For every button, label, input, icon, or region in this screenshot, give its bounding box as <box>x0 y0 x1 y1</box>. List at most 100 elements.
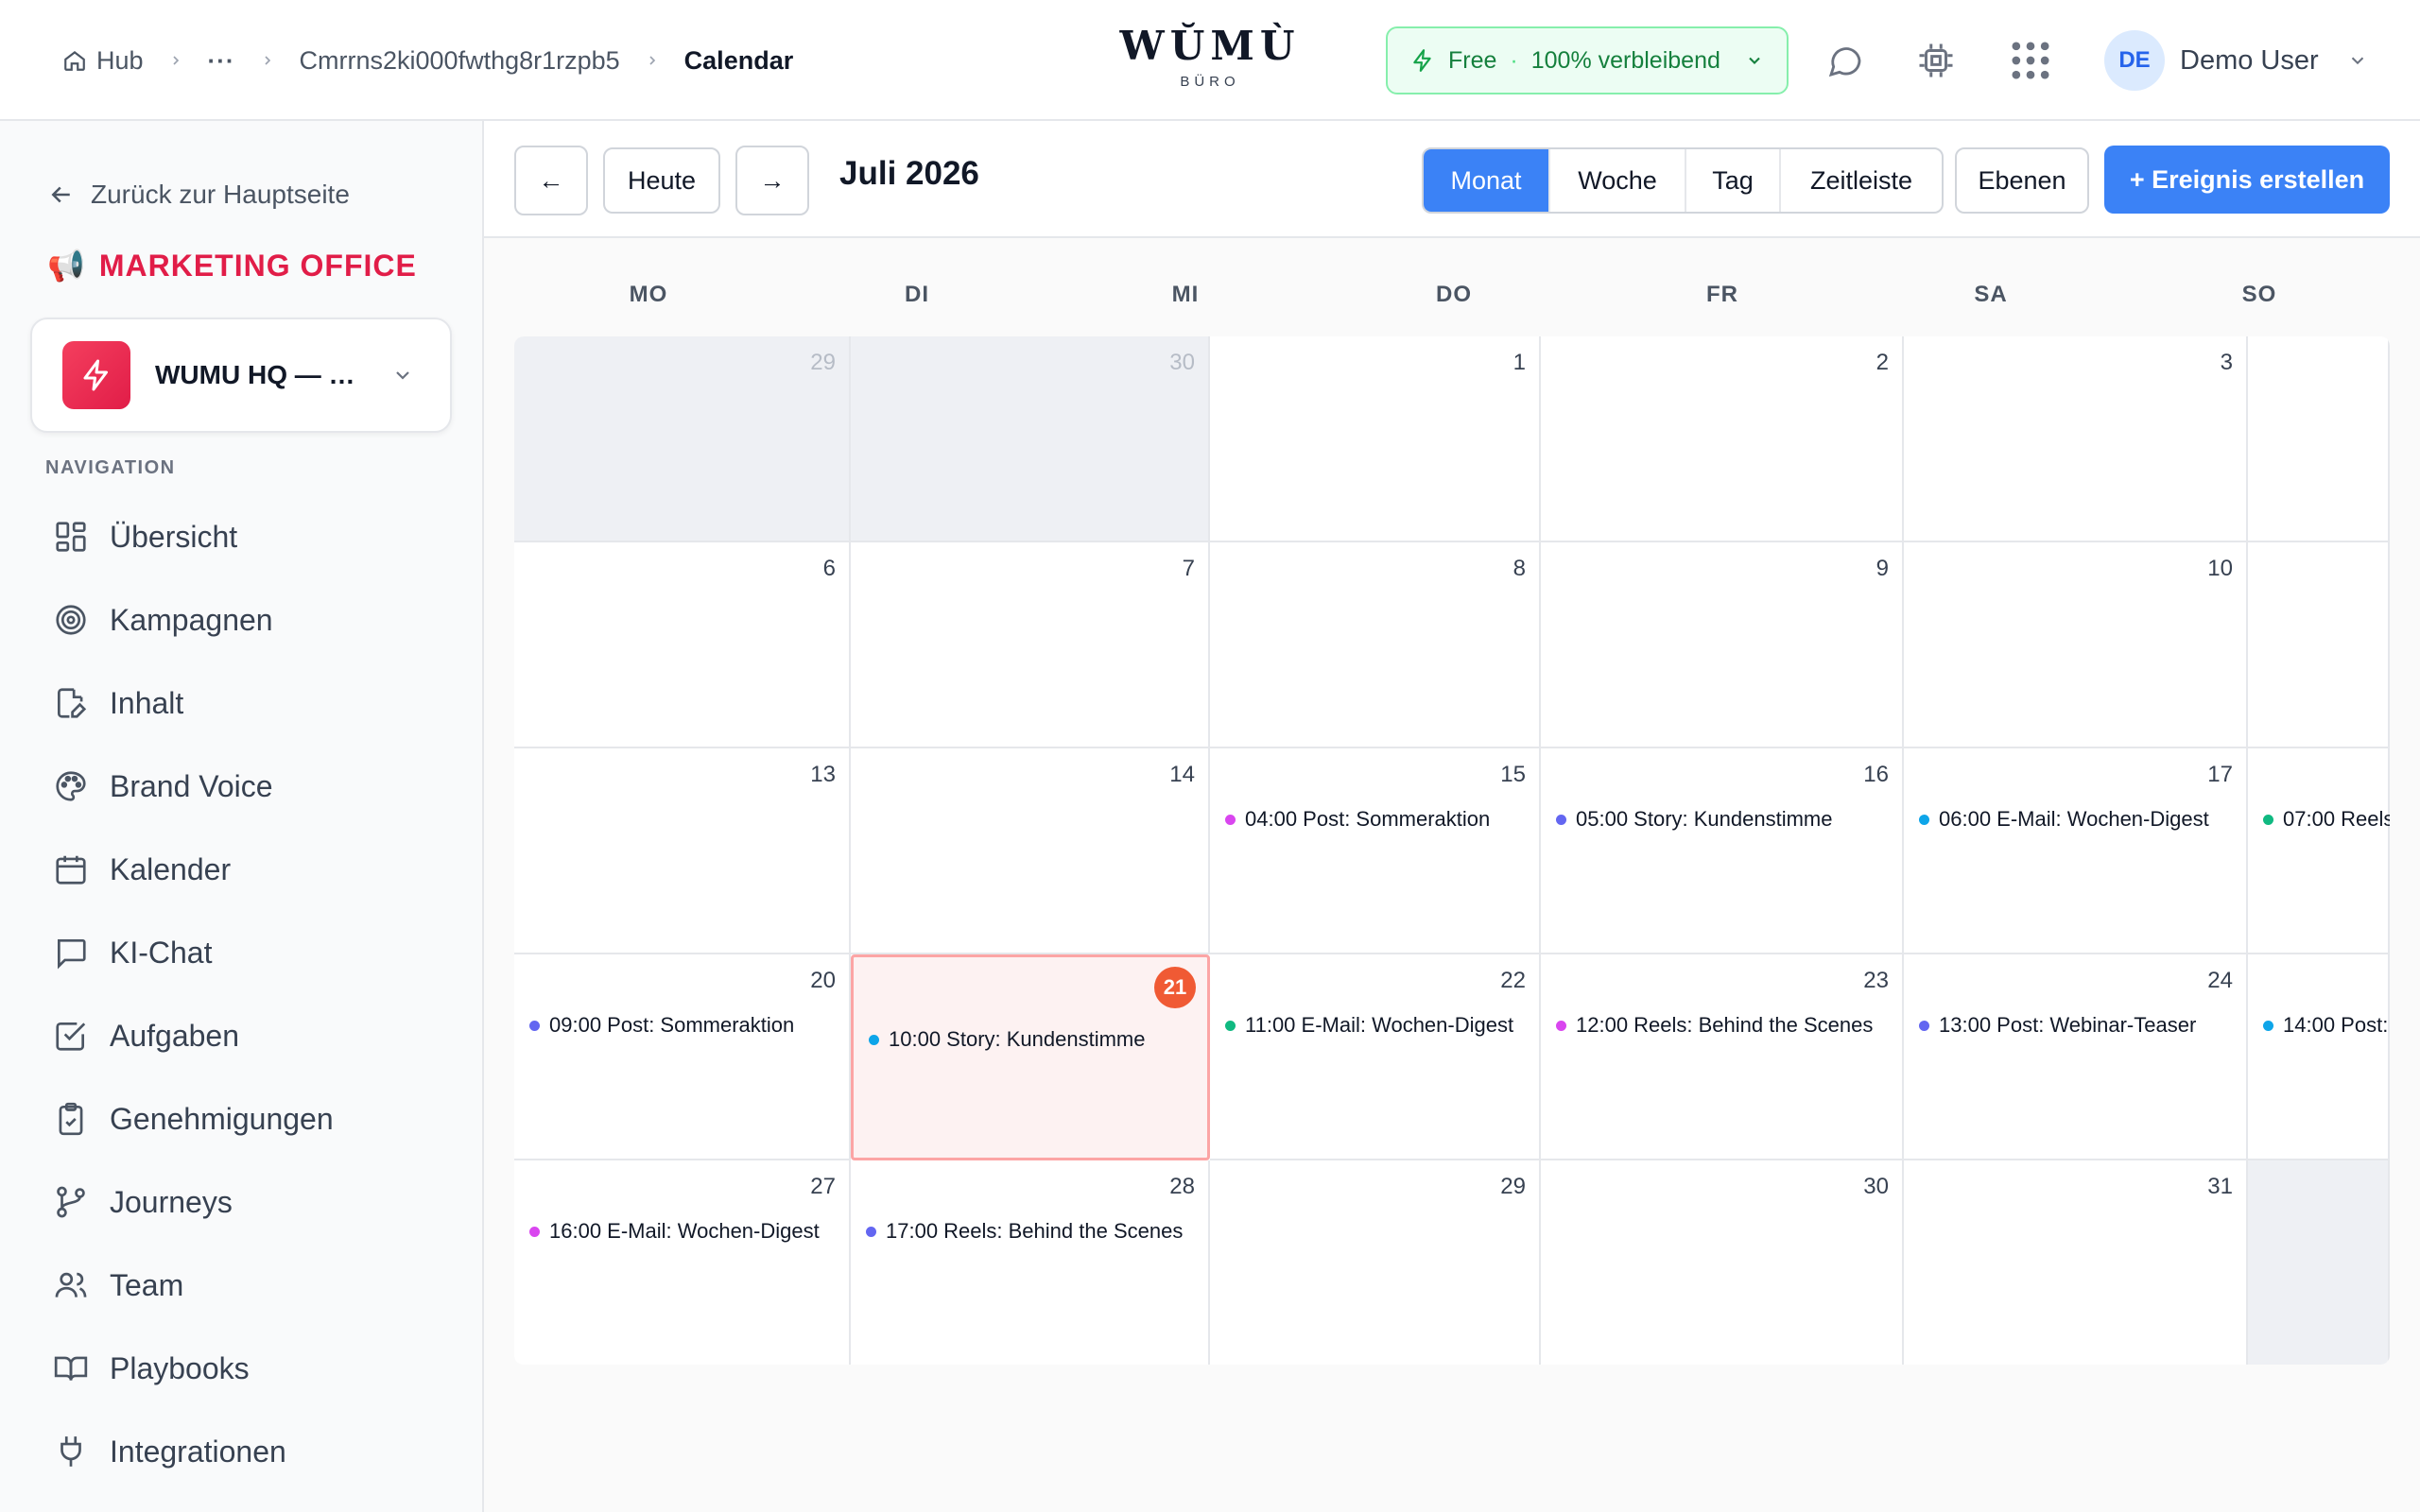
day-cell[interactable]: 27 16:00 E-Mail: Wochen-Digest <box>514 1160 851 1365</box>
weekday-label: DO <box>1436 282 1472 307</box>
event-color-dot <box>1919 1020 1929 1031</box>
sidebar-item-genehmigungen[interactable]: Genehmigungen <box>0 1077 482 1160</box>
chat-bubble-icon[interactable] <box>1819 34 1872 87</box>
plan-separator: · <box>1510 46 1518 74</box>
sidebar-item-brand-voice[interactable]: Brand Voice <box>0 745 482 828</box>
view-week-button[interactable]: Woche <box>1550 149 1686 212</box>
day-cell[interactable]: 8 <box>1210 542 1541 748</box>
day-cell[interactable]: 24 13:00 Post: Webinar-Teaser <box>1904 954 2248 1160</box>
day-cell[interactable]: 29 <box>514 336 851 542</box>
calendar-event[interactable]: 09:00 Post: Sommeraktion <box>529 1013 794 1038</box>
day-cell[interactable]: 31 <box>1904 1160 2248 1365</box>
prev-month-button[interactable]: ← <box>514 146 588 215</box>
calendar-event[interactable]: 12:00 Reels: Behind the Scenes <box>1556 1013 1873 1038</box>
workspace-switcher[interactable]: WUMU HQ — M... <box>30 318 452 433</box>
day-cell[interactable] <box>2248 336 2390 542</box>
breadcrumb-ellipsis[interactable]: ··· <box>208 46 235 76</box>
day-cell[interactable] <box>2248 542 2390 748</box>
day-cell[interactable]: 07:00 Reels: Behind the Scenes <box>2248 748 2390 954</box>
day-cell[interactable]: 30 <box>1541 1160 1904 1365</box>
sidebar-item-label: Übersicht <box>110 519 238 554</box>
calendar-event[interactable]: 14:00 Post: Sommeraktion <box>2263 1013 2390 1038</box>
day-number: 17 <box>2207 762 2233 787</box>
breadcrumb-hub[interactable]: Hub <box>62 46 144 76</box>
create-event-button[interactable]: + Ereignis erstellen <box>2104 146 2390 214</box>
day-cell[interactable]: 13 <box>514 748 851 954</box>
calendar-event[interactable]: 04:00 Post: Sommeraktion <box>1225 807 1490 832</box>
day-cell[interactable]: 9 <box>1541 542 1904 748</box>
day-cell[interactable]: 14:00 Post: Sommeraktion <box>2248 954 2390 1160</box>
day-cell[interactable]: 30 <box>851 336 1210 542</box>
day-cell[interactable]: 16 05:00 Story: Kundenstimme <box>1541 748 1904 954</box>
view-day-button[interactable]: Tag <box>1686 149 1781 212</box>
today-button[interactable]: Heute <box>603 147 720 214</box>
sidebar-item-ki-chat[interactable]: KI-Chat <box>0 911 482 994</box>
day-cell[interactable]: 17 06:00 E-Mail: Wochen-Digest <box>1904 748 2248 954</box>
sidebar-item-inhalt[interactable]: Inhalt <box>0 662 482 745</box>
megaphone-icon: 📢 <box>47 249 86 283</box>
calendar-event[interactable]: 05:00 Story: Kundenstimme <box>1556 807 1832 832</box>
view-timeline-button[interactable]: Zeitleiste <box>1781 149 1942 212</box>
day-cell[interactable]: 20 09:00 Post: Sommeraktion <box>514 954 851 1160</box>
chat-icon <box>57 938 86 970</box>
cpu-chip-icon[interactable] <box>1910 34 1962 87</box>
day-cell-today[interactable]: 21 10:00 Story: Kundenstimme <box>851 954 1210 1160</box>
day-cell[interactable]: 28 17:00 Reels: Behind the Scenes <box>851 1160 1210 1365</box>
calendar-event[interactable]: 06:00 E-Mail: Wochen-Digest <box>1919 807 2209 832</box>
calendar-event[interactable]: 11:00 E-Mail: Wochen-Digest <box>1225 1013 1513 1038</box>
next-month-button[interactable]: → <box>735 146 809 215</box>
event-title: 13:00 Post: Webinar-Teaser <box>1939 1013 2197 1037</box>
sidebar-item-uebersicht[interactable]: Übersicht <box>0 495 482 578</box>
sidebar-item-label: Journeys <box>110 1184 233 1219</box>
brand-logo[interactable]: WŬMÙ BÜRO <box>1115 23 1305 90</box>
sidebar-item-journeys[interactable]: Journeys <box>0 1160 482 1244</box>
day-cell[interactable] <box>2248 1160 2390 1365</box>
day-cell[interactable]: 2 <box>1541 336 1904 542</box>
calendar-event[interactable]: 07:00 Reels: Behind the Scenes <box>2263 807 2390 832</box>
git-branch-icon <box>57 1186 85 1218</box>
back-to-main-link[interactable]: Zurück zur Hauptseite <box>47 180 350 210</box>
calendar-event[interactable]: 17:00 Reels: Behind the Scenes <box>866 1219 1183 1244</box>
sidebar-item-playbooks[interactable]: Playbooks <box>0 1327 482 1410</box>
event-color-dot <box>2263 1020 2273 1031</box>
sidebar-item-integrationen[interactable]: Integrationen <box>0 1410 482 1493</box>
event-color-dot <box>866 1226 876 1237</box>
view-month-button[interactable]: Monat <box>1424 149 1550 212</box>
view-switcher: Monat Woche Tag Zeitleiste <box>1422 147 1944 214</box>
plan-usage-dropdown[interactable]: Free · 100% verbleibend <box>1386 26 1789 94</box>
day-cell[interactable]: 22 11:00 E-Mail: Wochen-Digest <box>1210 954 1541 1160</box>
day-cell[interactable]: 29 <box>1210 1160 1541 1365</box>
breadcrumb-hub-label: Hub <box>96 45 144 75</box>
day-cell[interactable]: 1 <box>1210 336 1541 542</box>
sidebar-item-team[interactable]: Team <box>0 1244 482 1327</box>
weekday-label: SO <box>2241 282 2277 307</box>
day-cell[interactable]: 6 <box>514 542 851 748</box>
day-cell[interactable]: 3 <box>1904 336 2248 542</box>
layers-button[interactable]: Ebenen <box>1955 147 2089 214</box>
brand-sub: BÜRO <box>1180 74 1240 90</box>
day-cell[interactable]: 10 <box>1904 542 2248 748</box>
event-title: 17:00 Reels: Behind the Scenes <box>886 1219 1184 1243</box>
calendar-toolbar: ← Heute → Juli 2026 Monat Woche Tag Zeit… <box>484 121 2420 238</box>
day-number: 24 <box>2207 968 2233 993</box>
today-badge: 21 <box>1154 967 1196 1008</box>
event-title: 10:00 Story: Kundenstimme <box>889 1027 1146 1051</box>
sidebar-item-label: Kalender <box>110 851 232 886</box>
calendar-event[interactable]: 16:00 E-Mail: Wochen-Digest <box>529 1219 820 1244</box>
apps-grid-icon[interactable] <box>2004 34 2057 87</box>
day-cell[interactable]: 23 12:00 Reels: Behind the Scenes <box>1541 954 1904 1160</box>
day-cell[interactable]: 7 <box>851 542 1210 748</box>
day-number: 13 <box>810 762 836 787</box>
sidebar-item-aufgaben[interactable]: Aufgaben <box>0 994 482 1077</box>
day-cell[interactable]: 15 04:00 Post: Sommeraktion <box>1210 748 1541 954</box>
calendar-icon <box>56 855 86 885</box>
breadcrumb-project[interactable]: Cmrrns2ki000fwthg8r1rzpb5 <box>300 46 620 76</box>
calendar-event[interactable]: 13:00 Post: Webinar-Teaser <box>1919 1013 2196 1038</box>
day-number: 1 <box>1512 350 1526 375</box>
sidebar-item-kalender[interactable]: Kalender <box>0 828 482 911</box>
day-cell[interactable]: 14 <box>851 748 1210 954</box>
sidebar-item-kampagnen[interactable]: Kampagnen <box>0 578 482 662</box>
users-icon <box>55 1272 87 1297</box>
calendar-event[interactable]: 10:00 Story: Kundenstimme <box>869 1027 1145 1052</box>
user-menu[interactable]: DE Demo User <box>2104 28 2368 93</box>
